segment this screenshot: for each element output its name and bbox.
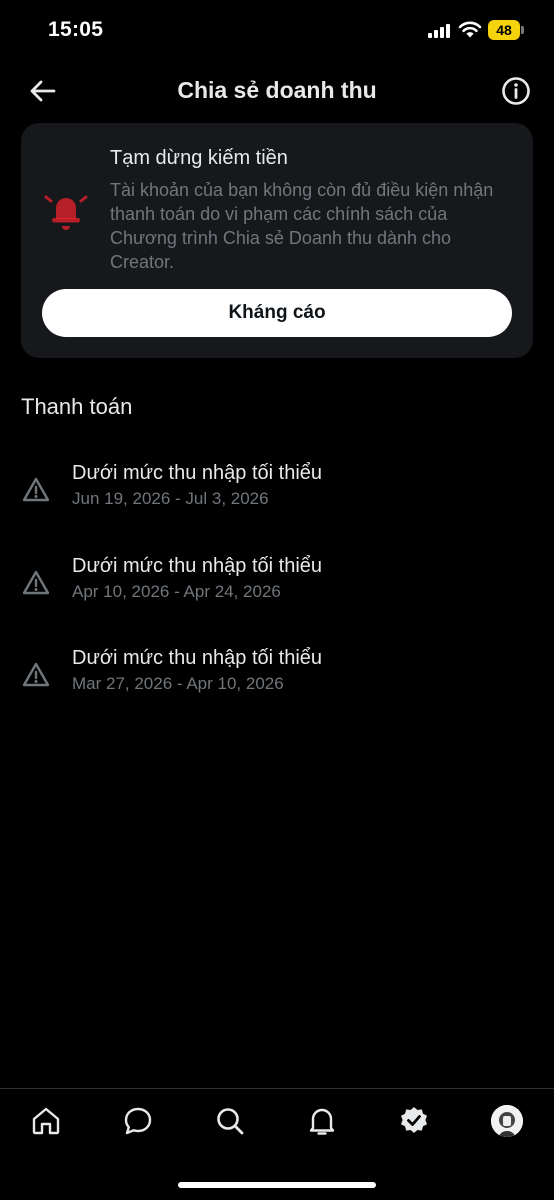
home-indicator <box>178 1182 376 1188</box>
battery-icon: 48 <box>488 20 524 40</box>
search-icon[interactable] <box>214 1105 246 1137</box>
payment-status: Dưới mức thu nhập tối thiểu <box>72 462 323 484</box>
payment-status: Dưới mức thu nhập tối thiểu <box>72 647 323 669</box>
page-title: Chia sẻ doanh thu <box>177 77 377 103</box>
notification-bell-icon[interactable] <box>306 1105 338 1137</box>
info-icon[interactable] <box>499 74 533 108</box>
payments-section-title: Thanh toán <box>21 394 133 419</box>
payment-list-item[interactable]: Dưới mức thu nhập tối thiểu Mar 27, 2026… <box>0 645 554 725</box>
wifi-icon <box>458 21 482 38</box>
payment-period: Jun 19, 2026 - Jul 3, 2026 <box>72 489 269 508</box>
payment-list-item[interactable]: Dưới mức thu nhập tối thiểu Jun 19, 2026… <box>0 460 554 540</box>
warning-icon <box>22 477 50 502</box>
battery-level: 48 <box>488 20 520 40</box>
payment-period: Apr 10, 2026 - Apr 24, 2026 <box>72 582 281 601</box>
alert-title: Tạm dừng kiếm tiền <box>110 147 288 169</box>
payment-status: Dưới mức thu nhập tối thiểu <box>72 555 323 577</box>
payment-period: Mar 27, 2026 - Apr 10, 2026 <box>72 674 284 693</box>
warning-icon <box>22 662 50 687</box>
status-bar: 15:05 48 <box>0 0 554 60</box>
bell-icon <box>44 195 88 230</box>
appeal-button[interactable]: Kháng cáo <box>42 289 512 337</box>
home-icon[interactable] <box>30 1105 62 1137</box>
monetization-paused-card: Tạm dừng kiếm tiền Tài khoản của bạn khô… <box>21 123 533 358</box>
page-header: Chia sẻ doanh thu <box>0 60 554 122</box>
signal-icon <box>428 24 450 38</box>
chat-bubble-icon[interactable] <box>122 1105 154 1137</box>
avatar-image <box>491 1105 523 1137</box>
status-time: 15:05 <box>48 18 104 41</box>
alert-description: Tài khoản của bạn không còn đủ điều kiện… <box>110 180 494 272</box>
verified-badge-icon[interactable] <box>398 1105 430 1137</box>
payment-list-item[interactable]: Dưới mức thu nhập tối thiểu Apr 10, 2026… <box>0 553 554 633</box>
warning-icon <box>22 570 50 595</box>
avatar[interactable] <box>491 1105 523 1137</box>
